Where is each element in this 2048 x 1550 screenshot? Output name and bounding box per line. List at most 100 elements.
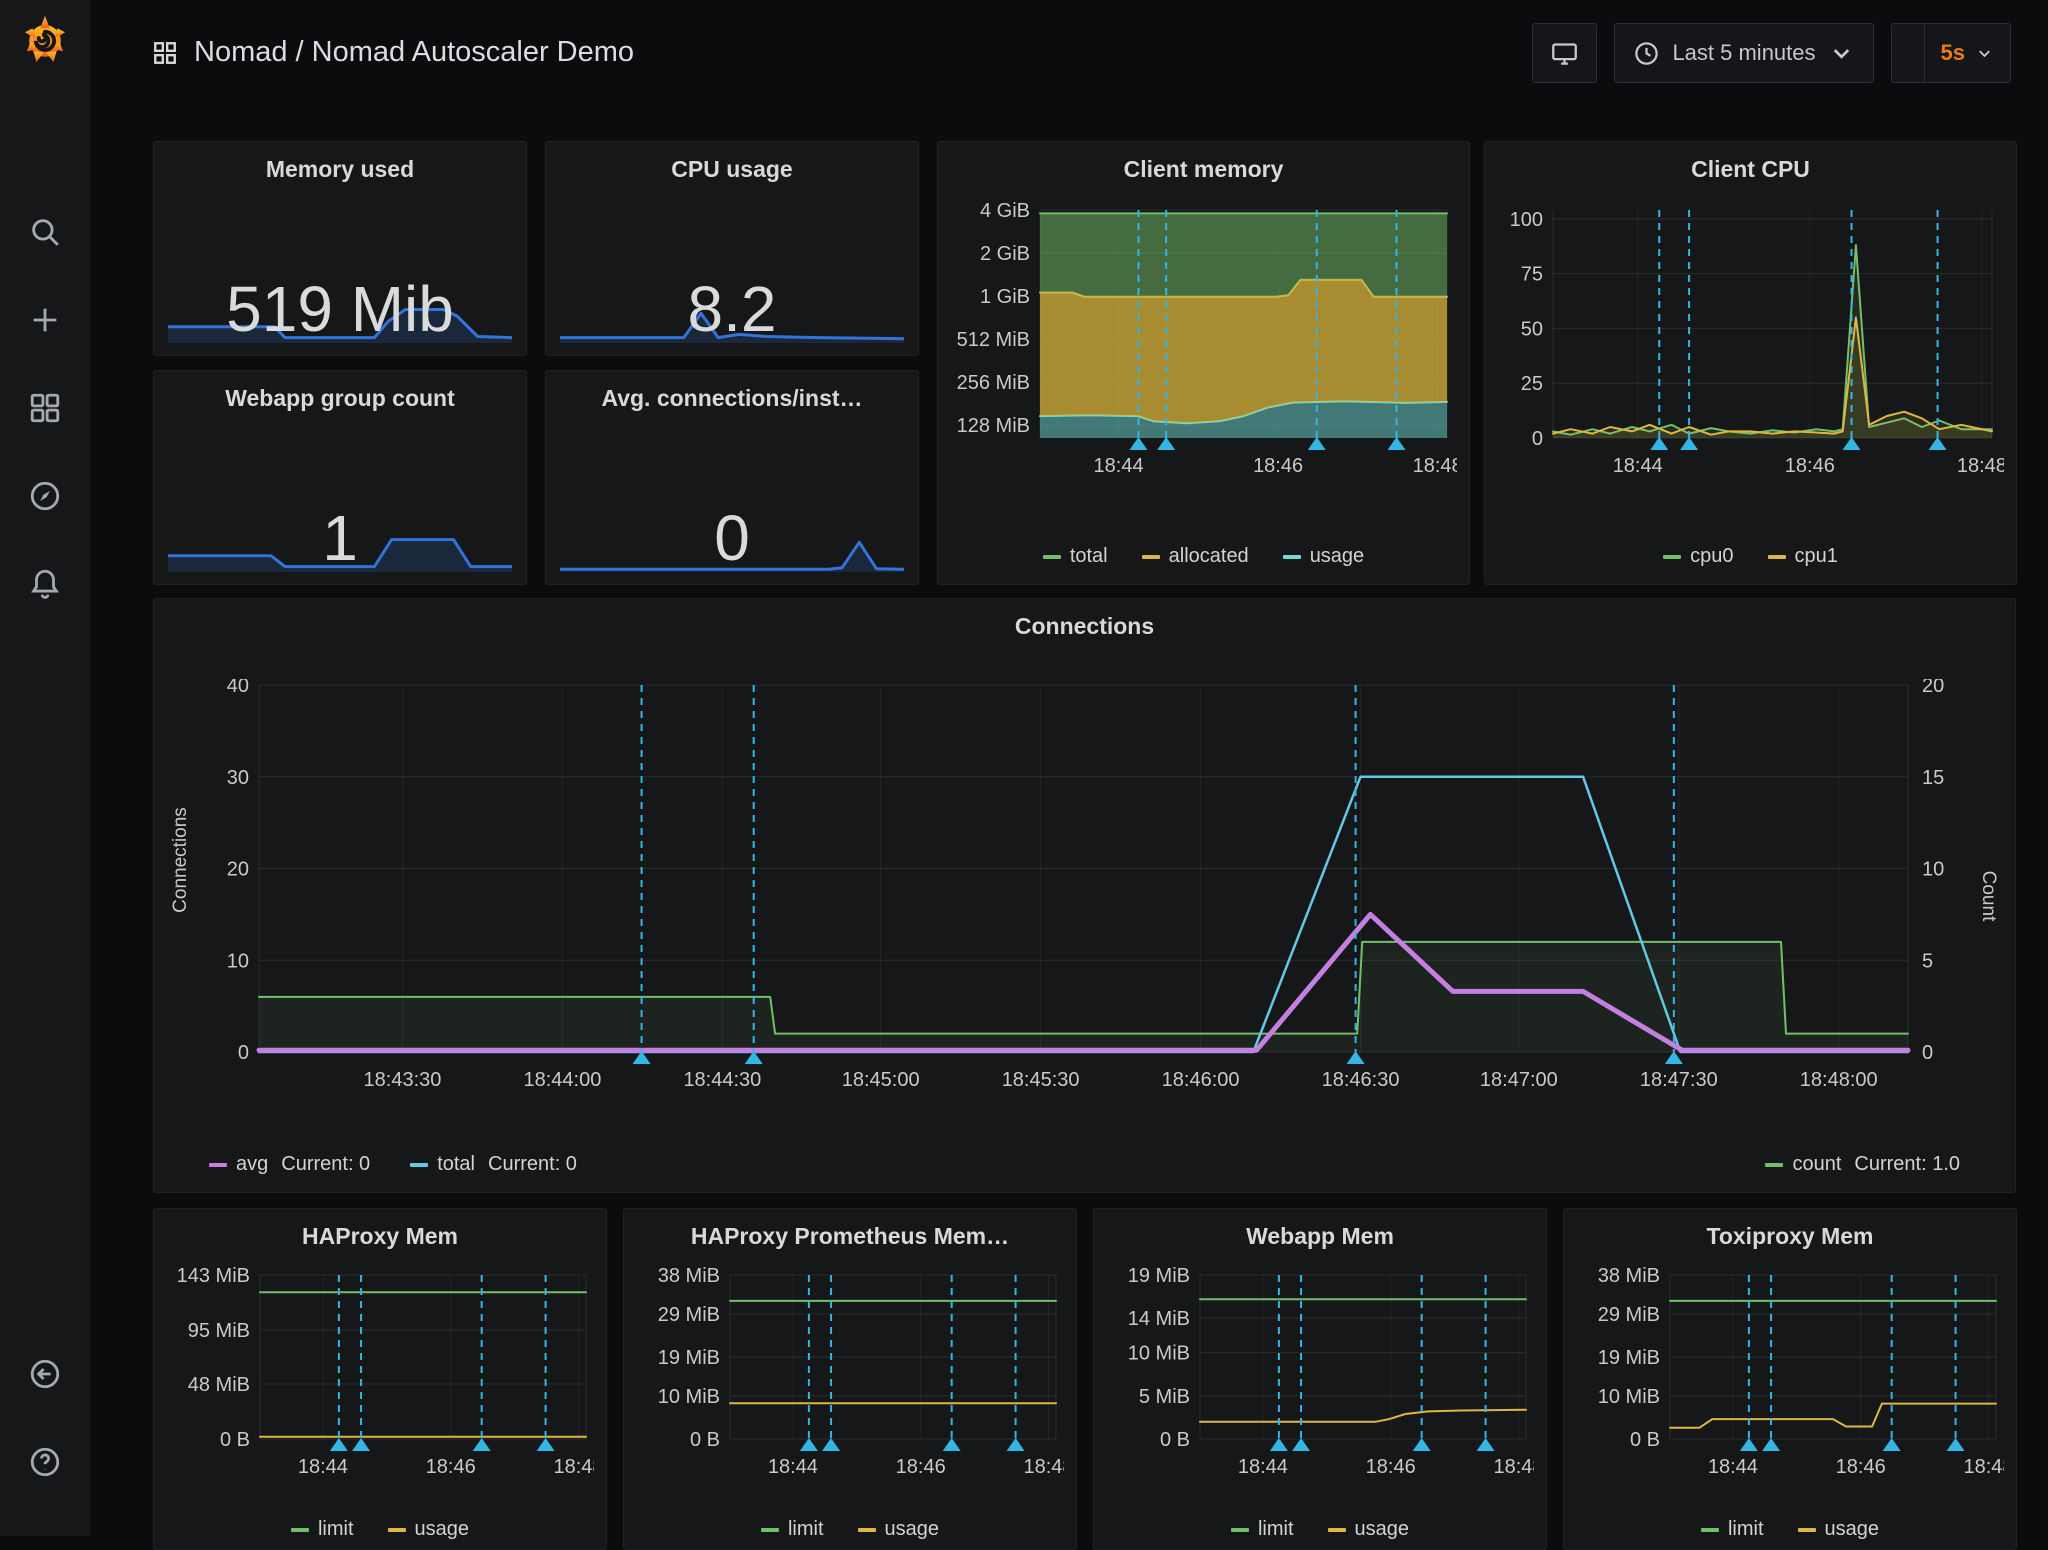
dashboards-icon[interactable] [28, 391, 62, 425]
legend-item[interactable]: usage [858, 1518, 940, 1541]
svg-text:10: 10 [227, 950, 249, 972]
svg-text:18:46: 18:46 [1253, 455, 1303, 477]
svg-text:75: 75 [1521, 264, 1543, 286]
legend-color [858, 1528, 876, 1532]
svg-text:0: 0 [1922, 1042, 1933, 1064]
panel-title[interactable]: Toxiproxy Mem [1564, 1223, 2016, 1250]
grafana-logo[interactable] [21, 14, 69, 66]
sign-in-icon[interactable] [28, 1357, 62, 1391]
svg-text:10: 10 [1922, 859, 1944, 881]
sidebar-bottom-menu [0, 1357, 90, 1479]
panel-client-memory: Client memory 128 MiB256 MiB512 MiB1 GiB… [937, 141, 1470, 585]
svg-text:18:43:30: 18:43:30 [364, 1069, 442, 1091]
legend-item[interactable]: totalCurrent: 0 [410, 1153, 577, 1176]
svg-text:0 B: 0 B [1630, 1429, 1660, 1451]
legend-item[interactable]: usage [1328, 1518, 1410, 1541]
legend-item[interactable]: usage [1283, 545, 1365, 568]
monitor-icon [1551, 40, 1578, 67]
svg-text:0: 0 [1532, 428, 1543, 450]
refresh-interval-dropdown[interactable]: 5s [1924, 24, 2010, 82]
svg-text:18:44: 18:44 [1613, 455, 1663, 477]
svg-text:38 MiB: 38 MiB [1598, 1267, 1660, 1287]
panel-title[interactable]: HAProxy Prometheus Mem… [624, 1223, 1076, 1250]
legend-item[interactable]: usage [388, 1518, 470, 1541]
svg-text:128 MiB: 128 MiB [957, 415, 1030, 437]
time-range-picker[interactable]: Last 5 minutes [1614, 23, 1873, 83]
explore-compass-icon[interactable] [28, 479, 62, 513]
help-icon[interactable] [28, 1445, 62, 1479]
alerting-bell-icon[interactable] [28, 567, 62, 601]
chevron-down-icon [1828, 40, 1855, 67]
dashboard-grid: Memory used 519 Mib CPU usage 8.2 Webapp… [90, 105, 2048, 1536]
legend-item[interactable]: limit [291, 1518, 354, 1541]
panel-toxiproxy-mem: Toxiproxy Mem 0 B10 MiB19 MiB29 MiB38 Mi… [1563, 1208, 2017, 1550]
sidebar-menu [0, 215, 90, 601]
legend-item[interactable]: avgCurrent: 0 [209, 1153, 370, 1176]
legend-item[interactable]: limit [1701, 1518, 1764, 1541]
chevron-down-icon [1975, 44, 1994, 63]
svg-text:18:45:00: 18:45:00 [842, 1069, 920, 1091]
refresh-button[interactable] [1892, 24, 1924, 82]
panel-haproxy-prometheus-mem: HAProxy Prometheus Mem… 0 B10 MiB19 MiB2… [623, 1208, 1077, 1550]
panel-title[interactable]: Webapp group count [154, 385, 526, 412]
panel-title[interactable]: Connections [154, 613, 2015, 640]
stat-value: 1 [154, 501, 526, 575]
svg-text:25: 25 [1521, 373, 1543, 395]
panel-title[interactable]: HAProxy Mem [154, 1223, 606, 1250]
legend-item[interactable]: usage [1798, 1518, 1880, 1541]
legend-item[interactable]: cpu1 [1768, 545, 1838, 568]
svg-text:18:46: 18:46 [896, 1456, 946, 1478]
clock-icon [1633, 40, 1660, 67]
svg-text:2 GiB: 2 GiB [980, 243, 1030, 265]
svg-text:50: 50 [1521, 318, 1543, 340]
create-plus-icon[interactable] [28, 303, 62, 337]
svg-text:18:47:00: 18:47:00 [1480, 1069, 1558, 1091]
svg-text:18:44: 18:44 [1708, 1456, 1758, 1478]
tv-mode-button[interactable] [1532, 23, 1597, 83]
svg-text:18:48: 18:48 [1957, 455, 2004, 477]
haproxy-prometheus-mem-chart[interactable]: 0 B10 MiB19 MiB29 MiB38 MiB18:4418:4618:… [634, 1267, 1064, 1479]
legend-item[interactable]: limit [761, 1518, 824, 1541]
legend-color [1328, 1528, 1346, 1532]
svg-text:29 MiB: 29 MiB [658, 1304, 720, 1326]
svg-text:18:46: 18:46 [1366, 1456, 1416, 1478]
svg-text:5 MiB: 5 MiB [1139, 1386, 1190, 1408]
panel-avg-connections: Avg. connections/inst… 0 [545, 370, 919, 585]
webapp-mem-chart[interactable]: 0 B5 MiB10 MiB14 MiB19 MiB18:4418:4618:4… [1104, 1267, 1534, 1479]
legend-item[interactable]: countCurrent: 1.0 [1765, 1153, 1960, 1176]
legend-color [1142, 555, 1160, 559]
client-cpu-chart[interactable]: 025507510018:4418:4618:48 [1495, 202, 2004, 480]
dashboard-title-button[interactable]: Nomad / Nomad Autoscaler Demo [152, 0, 634, 105]
legend-color [209, 1163, 227, 1167]
panel-title[interactable]: Webapp Mem [1094, 1223, 1546, 1250]
svg-text:18:44: 18:44 [298, 1456, 348, 1478]
legend-color [1768, 555, 1786, 559]
panel-title[interactable]: CPU usage [546, 156, 918, 183]
panel-title[interactable]: Memory used [154, 156, 526, 183]
legend: avgCurrent: 0 totalCurrent: 0 countCurre… [209, 1153, 1960, 1176]
svg-text:18:48: 18:48 [1413, 455, 1457, 477]
search-icon[interactable] [28, 215, 62, 249]
panel-title[interactable]: Client CPU [1485, 156, 2016, 183]
panel-title[interactable]: Avg. connections/inst… [546, 385, 918, 412]
legend-item[interactable]: cpu0 [1663, 545, 1733, 568]
svg-text:30: 30 [227, 767, 249, 789]
panel-title[interactable]: Client memory [938, 156, 1469, 183]
haproxy-mem-chart[interactable]: 0 B48 MiB95 MiB143 MiB18:4418:4618:48 [164, 1267, 594, 1479]
legend-item[interactable]: total [1043, 545, 1108, 568]
stat-value: 8.2 [546, 272, 918, 346]
legend-item[interactable]: allocated [1142, 545, 1249, 568]
client-memory-chart[interactable]: 128 MiB256 MiB512 MiB1 GiB2 GiB4 GiB18:4… [948, 202, 1457, 480]
connections-chart[interactable]: 0102030400510152018:43:3018:44:0018:44:3… [209, 679, 1960, 1107]
page-title: Nomad / Nomad Autoscaler Demo [194, 36, 634, 69]
svg-text:256 MiB: 256 MiB [957, 372, 1030, 394]
legend: total allocated usage [938, 545, 1469, 568]
legend-color [1231, 1528, 1249, 1532]
svg-text:14 MiB: 14 MiB [1128, 1308, 1190, 1330]
refresh-controls: 5s [1891, 23, 2011, 83]
svg-text:18:44: 18:44 [1238, 1456, 1288, 1478]
toxiproxy-mem-chart[interactable]: 0 B10 MiB19 MiB29 MiB38 MiB18:4418:4618:… [1574, 1267, 2004, 1479]
svg-text:40: 40 [227, 679, 249, 697]
legend-color [388, 1528, 406, 1532]
legend-item[interactable]: limit [1231, 1518, 1294, 1541]
